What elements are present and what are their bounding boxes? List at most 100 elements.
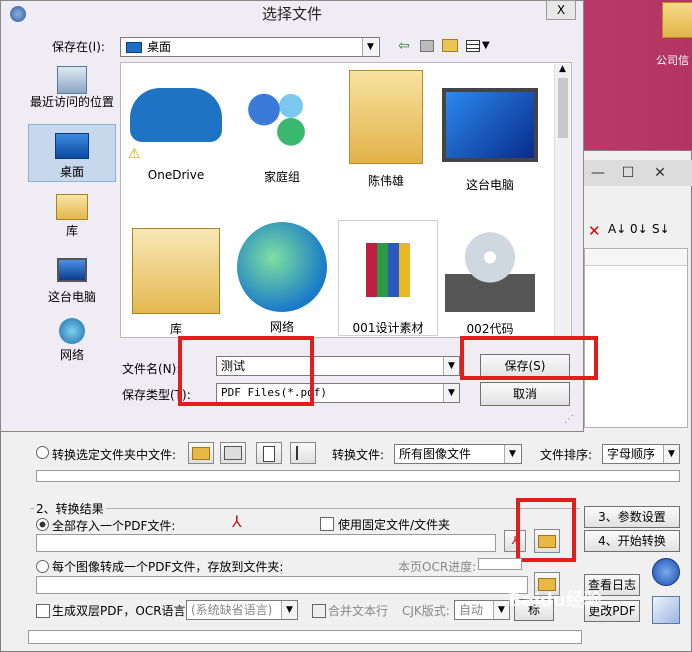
place-library[interactable]: 库 — [28, 188, 116, 240]
ocr-progress-bar — [478, 558, 522, 570]
close-icon: X — [556, 3, 566, 17]
list-button[interactable] — [256, 442, 282, 464]
back-icon[interactable]: ⇦ — [398, 38, 410, 54]
place-network[interactable]: 网络 — [28, 314, 116, 366]
document-edit-icon[interactable] — [652, 596, 680, 624]
new-folder-icon[interactable] — [442, 39, 458, 52]
each-image-label: 每个图像转成一个PDF文件，存放到文件夹: — [52, 560, 284, 574]
item-label: 001设计素材 — [352, 321, 424, 335]
desktop-icon[interactable]: 公司信 — [656, 2, 692, 72]
user-folder-icon — [349, 70, 423, 164]
item-label: 家庭组 — [263, 170, 300, 184]
sort-09-icon[interactable]: 0↓ — [630, 222, 648, 236]
sort-size-icon[interactable]: S↓ — [652, 222, 670, 236]
each-image-radio[interactable] — [36, 560, 49, 573]
recent-places-icon — [57, 66, 87, 94]
document-icon — [263, 446, 275, 462]
desktop-icon — [126, 42, 142, 53]
item-label: 这台电脑 — [465, 178, 514, 192]
chevron-down-icon[interactable]: ▼ — [663, 445, 679, 463]
computer-icon — [57, 258, 87, 282]
place-this-pc[interactable]: 这台电脑 — [28, 252, 116, 304]
highlight-box-filename — [178, 336, 314, 406]
param-settings-button[interactable]: 3、参数设置 — [584, 506, 680, 528]
globe-icon[interactable] — [652, 558, 680, 586]
place-label: 网络 — [59, 348, 84, 362]
place-desktop[interactable]: 桌面 — [28, 124, 116, 182]
item-code[interactable]: 002代码 — [440, 222, 540, 337]
convert-files-value: 所有图像文件 — [399, 447, 472, 461]
folder-icon — [662, 2, 692, 38]
sort-az-icon[interactable]: A↓ — [608, 222, 626, 236]
section2-title: 2、转换结果 — [34, 500, 106, 517]
save-all-label: 全部存入一个PDF文件: — [52, 519, 176, 533]
place-label: 这台电脑 — [47, 290, 96, 304]
double-layer-checkbox[interactable] — [36, 604, 50, 618]
close-button[interactable]: X — [546, 0, 576, 20]
highlight-box-browse — [516, 498, 576, 562]
item-user-folder[interactable]: 陈伟雄 — [336, 70, 436, 189]
save-in-label: 保存在(I): — [52, 40, 105, 54]
place-recent[interactable]: 最近访问的位置 — [28, 62, 116, 120]
save-all-radio[interactable] — [36, 518, 49, 531]
item-label: 陈伟雄 — [367, 174, 404, 188]
cjk-value: 自动 — [459, 603, 484, 617]
place-label: 桌面 — [59, 165, 84, 179]
minimize-icon[interactable]: — — [584, 162, 612, 184]
ocr-language-value: (系统缺省语言) — [191, 603, 273, 617]
output-folder-field[interactable] — [36, 576, 528, 594]
network-globe-icon — [59, 318, 85, 344]
view-menu-icon[interactable] — [466, 40, 480, 52]
delete-icon[interactable]: ✕ — [588, 222, 601, 240]
app-titlebar: — ☐ ✕ — [584, 160, 692, 186]
status-bar — [28, 630, 582, 644]
section-divider — [30, 508, 580, 509]
filename-label: 文件名(N): — [122, 362, 181, 376]
close-icon[interactable]: ✕ — [646, 162, 674, 184]
item-this-pc[interactable]: 这台电脑 — [440, 70, 540, 193]
open-folder-button[interactable] — [188, 442, 214, 464]
library-icon — [132, 228, 220, 314]
desktop-icon-label: 公司信 — [656, 54, 689, 67]
maximize-icon[interactable]: ☐ — [614, 162, 642, 184]
sort-label: 文件排序: — [540, 448, 593, 462]
save-in-value: 桌面 — [147, 40, 172, 54]
merge-text-checkbox[interactable] — [312, 604, 326, 618]
item-homegroup[interactable]: 家庭组 — [232, 70, 332, 185]
folder-add-icon — [224, 446, 242, 460]
pdf-output-field[interactable] — [36, 534, 496, 552]
item-network[interactable]: 网络 — [232, 222, 332, 335]
up-folder-icon[interactable] — [420, 40, 434, 52]
start-convert-button[interactable]: 4、开始转换 — [584, 530, 680, 552]
disc-drive-icon — [445, 228, 535, 312]
item-library[interactable]: 库 — [126, 222, 226, 337]
convert-files-select[interactable]: 所有图像文件 — [394, 444, 522, 464]
place-label: 库 — [65, 224, 78, 238]
archive-icon — [366, 243, 410, 297]
warning-icon: ⚠ — [128, 146, 141, 162]
add-folder-button[interactable] — [220, 442, 246, 464]
double-layer-label: 生成双层PDF，OCR语言: — [52, 604, 190, 618]
sort-toolbar: ✕ A↓ 0↓ S↓ — [584, 220, 692, 244]
cancel-button[interactable]: 取消 — [480, 382, 570, 406]
chevron-down-icon[interactable]: ▼ — [482, 40, 490, 51]
chevron-down-icon[interactable]: ▼ — [504, 445, 520, 463]
vertical-scrollbar[interactable]: ▲ — [554, 64, 570, 336]
tree-button[interactable] — [290, 442, 316, 464]
convert-files-label: 转换文件: — [332, 448, 385, 462]
file-list-panel[interactable] — [584, 248, 688, 428]
resize-grip-icon[interactable]: ⋰ — [564, 414, 574, 425]
fixed-file-checkbox[interactable] — [320, 517, 334, 531]
chevron-down-icon[interactable]: ▼ — [443, 357, 459, 375]
chevron-down-icon[interactable]: ▼ — [443, 384, 459, 402]
convert-folder-radio[interactable] — [36, 446, 49, 459]
chevron-down-icon[interactable]: ▼ — [362, 38, 378, 56]
folder-path-bar[interactable] — [36, 470, 680, 482]
item-label: 网络 — [269, 320, 294, 334]
chevron-down-icon[interactable]: ▼ — [493, 601, 509, 619]
save-in-select[interactable]: 桌面 — [120, 37, 380, 57]
item-design-assets[interactable]: 001设计素材 — [338, 220, 438, 336]
network-globe-icon — [237, 222, 327, 312]
item-onedrive[interactable]: ⚠ OneDrive — [126, 70, 226, 182]
chevron-down-icon[interactable]: ▼ — [281, 601, 297, 619]
